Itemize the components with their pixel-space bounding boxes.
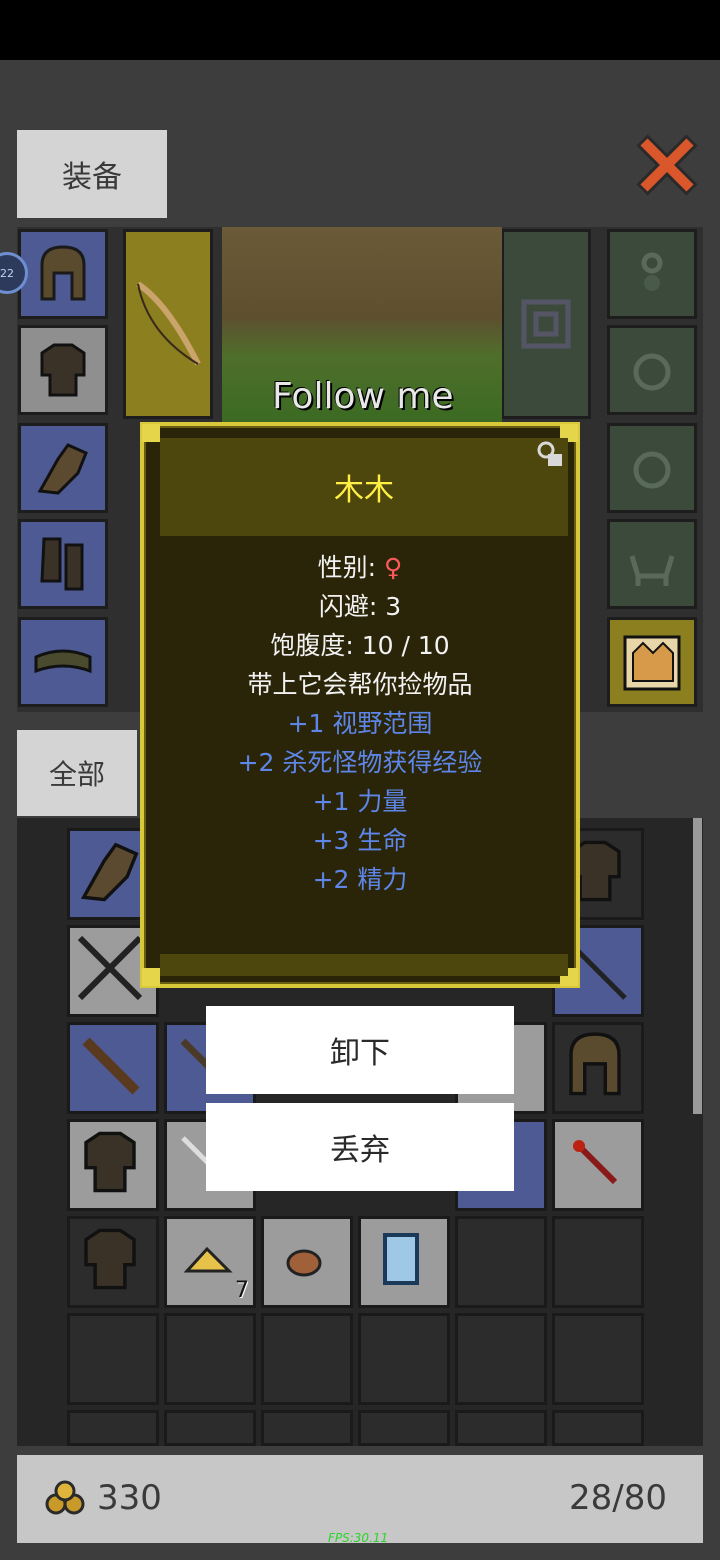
inventory-slot[interactable]: [67, 1313, 159, 1405]
inventory-slot[interactable]: [358, 1410, 450, 1446]
pet-slot-empty[interactable]: [607, 519, 697, 609]
gold-amount: 330: [97, 1478, 162, 1518]
pet-slot[interactable]: [607, 617, 697, 707]
armor-icon: [84, 1228, 136, 1290]
inventory-slot[interactable]: [455, 1313, 547, 1405]
helmet-icon: [569, 1032, 621, 1096]
inventory-slot[interactable]: [67, 1216, 159, 1308]
amulet-placeholder-icon: [641, 252, 663, 291]
misc-slot[interactable]: [607, 229, 697, 319]
drop-button[interactable]: 丢弃: [206, 1103, 514, 1191]
close-icon[interactable]: [636, 134, 698, 196]
artifact-slot[interactable]: [501, 229, 591, 419]
helmet-icon: [40, 245, 86, 301]
armor-slot[interactable]: [18, 325, 108, 415]
inventory-slot[interactable]: [552, 1410, 644, 1446]
scroll-icon: [383, 1233, 419, 1285]
bonus-energy: +2 精力: [312, 865, 408, 894]
inventory-slot[interactable]: [261, 1313, 353, 1405]
weapon-slot[interactable]: [123, 229, 213, 419]
pet-description: 带上它会帮你捡物品: [247, 670, 473, 699]
inventory-slot[interactable]: [358, 1216, 450, 1308]
follow-me-caption: Follow me: [272, 376, 454, 417]
boots-slot[interactable]: [18, 519, 108, 609]
inventory-slot[interactable]: [67, 1410, 159, 1446]
inventory-slot[interactable]: [164, 1313, 256, 1405]
ring-slot-2[interactable]: [607, 423, 697, 513]
pet-info-window: 木木 性别: ♀ 闪避: 3 饱腹度: 10 / 10 带上它会帮你捡物品 +1…: [140, 422, 580, 988]
belt-slot[interactable]: [18, 617, 108, 707]
inventory-slot[interactable]: [552, 1313, 644, 1405]
inventory-slot[interactable]: [67, 1022, 159, 1114]
bonus-health: +3 生命: [312, 826, 408, 855]
club-icon: [82, 1037, 140, 1095]
boots-icon: [40, 537, 84, 591]
female-symbol: ♀: [384, 553, 403, 582]
artifact-placeholder-icon: [521, 299, 571, 349]
inventory-slot[interactable]: [552, 1022, 644, 1114]
fps-counter: FPS:30.11: [328, 1531, 389, 1545]
inventory-slot[interactable]: 7: [164, 1216, 256, 1308]
inventory-capacity: 28/80: [569, 1478, 667, 1518]
satiety-stat: 饱腹度: 10 / 10: [270, 631, 450, 660]
tab-equipment[interactable]: 装备: [17, 130, 167, 218]
crossed-swords-icon: [77, 935, 143, 1001]
inventory-slot[interactable]: [358, 1313, 450, 1405]
inventory-slot[interactable]: [67, 1119, 159, 1211]
bonus-exp: +2 杀死怪物获得经验: [237, 748, 483, 777]
frame-bottom-band: [160, 954, 568, 976]
item-quantity: 7: [235, 1278, 249, 1303]
frame-corner: [142, 968, 160, 986]
bow-icon: [136, 281, 201, 366]
unequip-button[interactable]: 卸下: [206, 1006, 514, 1094]
dodge-stat: 闪避: 3: [318, 592, 402, 621]
bonus-vision: +1 视野范围: [287, 709, 433, 738]
bonus-strength: +1 力量: [312, 787, 408, 816]
status-bar: [0, 0, 720, 60]
pet-name: 木木: [160, 438, 568, 536]
pet-placeholder-icon: [629, 555, 675, 586]
inventory-slot[interactable]: [455, 1410, 547, 1446]
seed-icon: [286, 1249, 322, 1277]
gold-icon: [45, 1480, 85, 1515]
inventory-slot[interactable]: [455, 1216, 547, 1308]
frame-corner: [142, 424, 160, 442]
lock-icon[interactable]: [536, 440, 566, 470]
inventory-slot[interactable]: [261, 1410, 353, 1446]
ring-placeholder-icon: [633, 451, 671, 489]
inventory-scrollbar[interactable]: [693, 818, 702, 1114]
tab-all[interactable]: 全部: [17, 730, 137, 816]
inventory-slot[interactable]: [164, 1410, 256, 1446]
gender-line: 性别: ♀: [144, 548, 576, 587]
cat-pet-icon: [623, 635, 681, 691]
armor-icon: [40, 343, 86, 397]
gender-label: 性别:: [317, 553, 385, 582]
pet-stats: 性别: ♀ 闪避: 3 饱腹度: 10 / 10 带上它会帮你捡物品 +1 视野…: [144, 548, 576, 899]
armor-icon: [84, 1131, 136, 1193]
gloves-slot[interactable]: [18, 423, 108, 513]
inventory-slot[interactable]: [552, 1216, 644, 1308]
belt-icon: [34, 649, 92, 674]
ring-slot-1[interactable]: [607, 325, 697, 415]
ring-placeholder-icon: [633, 353, 671, 391]
inventory-slot[interactable]: [261, 1216, 353, 1308]
helmet-slot[interactable]: [18, 229, 108, 319]
inventory-slot[interactable]: [552, 1119, 644, 1211]
gloves-icon: [80, 842, 139, 902]
wand-icon: [573, 1140, 618, 1185]
gloves-icon: [37, 443, 88, 495]
